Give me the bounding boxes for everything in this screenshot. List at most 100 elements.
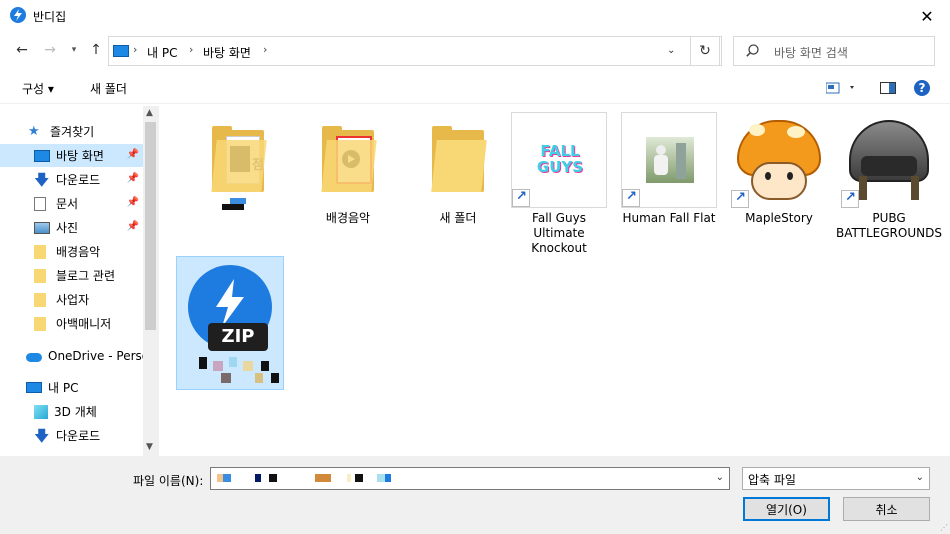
file-item[interactable]: PUBG BATTLEGROUNDS (836, 112, 942, 241)
picture-icon (34, 221, 50, 234)
file-name: MapleStory (745, 211, 813, 225)
sidebar-item-label: 바탕 화면 (56, 149, 104, 163)
forward-arrow-icon[interactable]: → (40, 40, 60, 60)
preview-pane-icon[interactable] (880, 81, 896, 98)
media-folder-icon (300, 112, 396, 208)
pubg-helmet-icon (841, 112, 937, 208)
dialog-footer: 파일 이름(N): ⌄ 압축 파일 ⌄ 열기(O) 취소 ⋰ (0, 456, 950, 534)
file-name: 배경음악 (325, 211, 371, 225)
file-item[interactable]: 점 (185, 112, 291, 211)
chevron-right-icon[interactable]: › (189, 43, 193, 56)
pc-icon (113, 45, 129, 57)
help-icon[interactable]: ? (914, 80, 930, 96)
file-item[interactable]: MapleStory (726, 112, 832, 226)
scrollbar-thumb[interactable] (145, 122, 156, 330)
sidebar-item-3d-objects[interactable]: 3D 개체 (0, 400, 143, 423)
file-list-view: 점 배경음악 새 폴더 (160, 106, 950, 456)
scroll-down-arrow-icon[interactable]: ▼ (146, 442, 153, 452)
up-arrow-icon[interactable]: ↑ (86, 40, 106, 60)
new-folder-button[interactable]: 새 폴더 (90, 80, 127, 97)
chevron-right-icon[interactable]: › (263, 43, 267, 56)
file-name: 새 폴더 (439, 211, 477, 225)
filetype-select[interactable]: 압축 파일 ⌄ (742, 467, 930, 490)
recent-locations-chevron-icon[interactable]: ▾ (64, 40, 84, 60)
address-bar[interactable]: › 내 PC › 바탕 화면 › ⌄ (108, 36, 722, 66)
sidebar-item-folder[interactable]: 블로그 관련 (0, 264, 143, 287)
sidebar-item-downloads[interactable]: 🡇 다운로드 📌 (0, 168, 143, 191)
folder-icon (34, 292, 46, 307)
file-item-selected[interactable]: ZIP (176, 256, 284, 390)
shortcut-arrow-icon (841, 190, 859, 208)
chevron-right-icon[interactable]: › (133, 43, 137, 56)
file-item[interactable]: 새 폴더 (405, 112, 511, 226)
sidebar-item-documents[interactable]: 문서 📌 (0, 192, 143, 215)
sidebar-item-desktop[interactable]: 바탕 화면 📌 (0, 144, 143, 167)
scroll-up-arrow-icon[interactable]: ▲ (146, 108, 153, 118)
sidebar-item-label: 3D 개체 (54, 405, 97, 419)
sidebar-item-label: 배경음악 (56, 245, 101, 259)
pin-icon[interactable]: 📌 (127, 173, 139, 184)
open-button[interactable]: 열기(O) (743, 497, 830, 521)
filename-dropdown-icon[interactable]: ⌄ (716, 472, 724, 483)
filetype-value: 압축 파일 (748, 473, 796, 487)
sidebar-item-folder[interactable]: 아백매니저 (0, 312, 143, 335)
sidebar-item-pictures[interactable]: 사진 📌 (0, 216, 143, 239)
cancel-button[interactable]: 취소 (843, 497, 930, 521)
organize-menu[interactable]: 구성 ▾ (22, 80, 54, 97)
window-title: 반디집 (33, 10, 67, 24)
pc-icon (26, 382, 42, 393)
folder-icon (34, 244, 46, 259)
search-box[interactable]: 바탕 화면 검색 (733, 36, 935, 66)
pin-icon[interactable]: 📌 (127, 197, 139, 208)
file-name: Fall Guys Ultimate Knockout (531, 211, 587, 255)
fall-guys-game-icon: FALL GUYS (511, 112, 607, 208)
sidebar-item-onedrive[interactable]: OneDrive - Persor (0, 344, 143, 367)
sidebar-item-folder[interactable]: 사업자 (0, 288, 143, 311)
pin-icon[interactable]: 📌 (127, 149, 139, 160)
file-name: PUBG BATTLEGROUNDS (836, 211, 942, 240)
pin-icon[interactable]: 📌 (127, 221, 139, 232)
bandizip-app-icon (10, 7, 26, 23)
sidebar-item-downloads-pc[interactable]: 🡇 다운로드 (0, 424, 143, 447)
sidebar-item-label: 다운로드 (56, 173, 101, 187)
search-icon (746, 44, 759, 57)
back-arrow-icon[interactable]: ← (12, 40, 32, 60)
sidebar-item-label: 다운로드 (56, 429, 101, 443)
shortcut-arrow-icon (622, 189, 640, 207)
sidebar-item-quick-access[interactable]: ★ 즐겨찾기 (0, 120, 143, 143)
filename-input[interactable]: ⌄ (210, 467, 730, 490)
close-button[interactable]: ✕ (904, 0, 950, 32)
folder-icon (34, 268, 46, 283)
pane-divider[interactable] (158, 106, 159, 456)
sidebar-item-folder[interactable]: 배경음악 (0, 240, 143, 263)
sidebar-item-this-pc[interactable]: 내 PC (0, 376, 143, 399)
zip-badge: ZIP (208, 323, 268, 351)
file-item[interactable]: Human Fall Flat (616, 112, 722, 226)
cloud-icon (26, 352, 42, 362)
breadcrumb-desktop[interactable]: 바탕 화면 (203, 44, 251, 61)
shortcut-arrow-icon (731, 190, 749, 208)
sidebar-scrollbar[interactable]: ▲ ▼ (143, 106, 158, 456)
refresh-button[interactable]: ↻ (690, 36, 720, 66)
file-item[interactable]: 배경음악 (295, 112, 401, 226)
breadcrumb-this-pc[interactable]: 내 PC (147, 44, 177, 61)
resize-grip-icon[interactable]: ⋰ (940, 523, 948, 532)
sidebar-item-label: 문서 (56, 197, 79, 211)
file-item[interactable]: FALL GUYS Fall Guys Ultimate Knockout (506, 112, 612, 256)
search-placeholder: 바탕 화면 검색 (774, 46, 848, 60)
view-options-icon[interactable] (825, 81, 856, 98)
download-icon: 🡇 (34, 426, 50, 445)
fall-guys-logo-text: FALL GUYS (536, 142, 584, 176)
address-dropdown-icon[interactable]: ⌄ (667, 45, 675, 56)
sidebar-item-label: 아백매니저 (56, 317, 112, 331)
maplestory-mushroom-icon (731, 112, 827, 208)
sidebar-item-label: 블로그 관련 (56, 269, 116, 283)
sidebar-item-label: 사업자 (56, 293, 90, 307)
sidebar-item-label: 내 PC (48, 381, 79, 395)
folder-icon (34, 316, 46, 331)
filename-label: 파일 이름(N): (133, 474, 204, 488)
shortcut-arrow-icon (512, 189, 530, 207)
navigation-pane: ★ 즐겨찾기 바탕 화면 📌 🡇 다운로드 📌 문서 📌 사진 📌 배경음악 블… (0, 106, 158, 456)
bandizip-archive-icon: ZIP (182, 261, 278, 357)
desktop-icon (34, 149, 50, 162)
